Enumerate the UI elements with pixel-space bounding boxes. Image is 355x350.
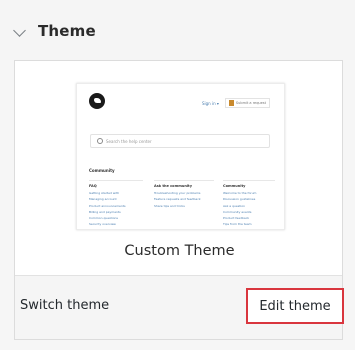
preview-column: FAQ Getting started with Managing accoun… bbox=[89, 184, 141, 229]
preview-column-item: Discussion guidelines bbox=[223, 197, 256, 202]
preview-divider bbox=[89, 180, 143, 181]
preview-search-bar: Search the help center bbox=[90, 134, 270, 148]
preview-column-item: Product feedback bbox=[223, 216, 250, 221]
preview-column-heading: FAQ bbox=[89, 184, 97, 188]
theme-panel: Theme Sign in ▾ Submit a request Search … bbox=[0, 0, 355, 350]
preview-header-links: Sign in ▾ Submit a request bbox=[202, 98, 270, 108]
preview-column-item: Feature requests and feedback bbox=[154, 197, 201, 202]
theme-name: Custom Theme bbox=[124, 243, 235, 259]
preview-column-item: Getting started with bbox=[89, 191, 120, 195]
preview-divider bbox=[154, 180, 214, 181]
preview-column-item: Common questions bbox=[89, 216, 118, 221]
switch-theme-button[interactable]: Switch theme bbox=[20, 298, 109, 313]
preview-column-item: Security overview bbox=[89, 222, 116, 227]
preview-badge-text: Submit a request bbox=[235, 101, 266, 105]
section-title: Theme bbox=[38, 22, 96, 40]
preview-signin-link: Sign in ▾ bbox=[201, 100, 219, 106]
chevron-down-icon[interactable] bbox=[13, 24, 26, 37]
preview-column-item: Managing account bbox=[89, 197, 117, 202]
preview-column-heading: Community bbox=[223, 184, 246, 188]
theme-section-header[interactable]: Theme bbox=[0, 0, 355, 60]
preview-badge-icon bbox=[228, 100, 234, 106]
preview-request-badge: Submit a request bbox=[224, 98, 270, 108]
edit-theme-button[interactable]: Edit theme bbox=[246, 288, 344, 324]
preview-column-item: Welcome to the forum bbox=[223, 191, 257, 195]
preview-column-item: Community events bbox=[223, 209, 252, 214]
preview-column-item: Ask a question bbox=[223, 203, 246, 208]
preview-section-title: Community bbox=[89, 168, 115, 173]
preview-search-icon bbox=[97, 138, 103, 144]
preview-column-item: Product announcements bbox=[89, 203, 126, 208]
preview-column: Community Welcome to the forum Discussio… bbox=[223, 184, 275, 229]
preview-column-item: Share tips and tricks bbox=[154, 203, 185, 208]
theme-preview-thumbnail: Sign in ▾ Submit a request Search the he… bbox=[76, 83, 285, 230]
preview-column: Ask the community Troubleshooting your p… bbox=[154, 184, 214, 210]
preview-column-item: Billing and payments bbox=[89, 209, 121, 214]
preview-column-item: Troubleshooting your problems bbox=[154, 191, 201, 195]
theme-card-footer: Switch theme Edit theme bbox=[15, 275, 344, 339]
preview-search-placeholder: Search the help center bbox=[106, 138, 152, 144]
preview-divider bbox=[223, 180, 275, 181]
theme-card: Sign in ▾ Submit a request Search the he… bbox=[14, 60, 344, 340]
preview-column-item: Tips from the team bbox=[223, 222, 252, 227]
preview-column-heading: Ask the community bbox=[154, 184, 193, 188]
preview-logo-icon bbox=[89, 93, 105, 109]
